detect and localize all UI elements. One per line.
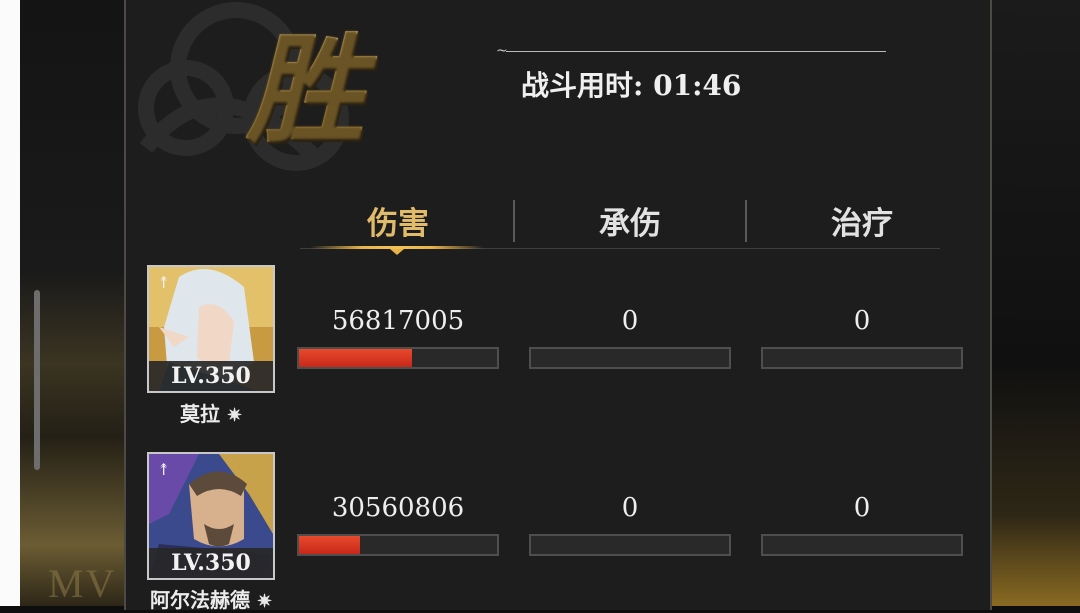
damage-bar-fill (299, 349, 412, 367)
hero-level: LV.350 (149, 361, 273, 391)
header-divider (506, 51, 886, 52)
damage-taken-value: 0 (621, 306, 639, 336)
damage-taken-bar (529, 347, 731, 369)
tab-divider (513, 200, 515, 242)
healing-value: 0 (853, 493, 871, 523)
hero-name-text: 莫拉 (179, 402, 220, 426)
battle-time-label: 战斗用时 (521, 69, 634, 102)
tab-divider (745, 200, 747, 242)
star-icon: ✷ (226, 405, 243, 426)
damage-taken-bar (529, 534, 731, 556)
background-right (992, 0, 1080, 606)
damage-value: 56817005 (331, 306, 465, 336)
left-edge-strip (0, 0, 20, 606)
healing-bar (761, 347, 963, 369)
battle-time-value: 01:46 (653, 69, 742, 102)
healing-value: 0 (853, 306, 871, 336)
star-icon: ✷ (256, 591, 273, 612)
background-mvp-text: MV (48, 561, 117, 606)
damage-value: 30560806 (331, 493, 465, 523)
bow-icon: ↟ (157, 273, 171, 292)
tab-damage[interactable]: 伤害 (293, 200, 503, 248)
victory-emblem: 胜 (246, 20, 406, 170)
hero-name: 莫拉 ✷ (126, 398, 296, 427)
damage-bar (297, 347, 499, 369)
damage-taken-value: 0 (621, 493, 639, 523)
hero-level: LV.350 (149, 548, 273, 578)
hero-name: 阿尔法赫德 ✷ (126, 584, 296, 613)
scroll-indicator[interactable] (34, 290, 40, 470)
damage-bar (297, 534, 499, 556)
battle-time: 战斗用时: 01:46 (521, 69, 742, 102)
hero-portrait[interactable]: ↟ LV.350 (147, 452, 275, 580)
tab-damage-taken[interactable]: 承伤 (525, 200, 735, 248)
damage-bar-fill (299, 536, 361, 554)
hero-name-text: 阿尔法赫德 (149, 588, 250, 612)
tab-healing[interactable]: 治疗 (757, 200, 967, 248)
hero-portrait[interactable]: ↟ LV.350 (147, 265, 275, 393)
bow-icon: ↟ (157, 460, 171, 479)
active-tab-caret (390, 249, 404, 255)
healing-bar (761, 534, 963, 556)
